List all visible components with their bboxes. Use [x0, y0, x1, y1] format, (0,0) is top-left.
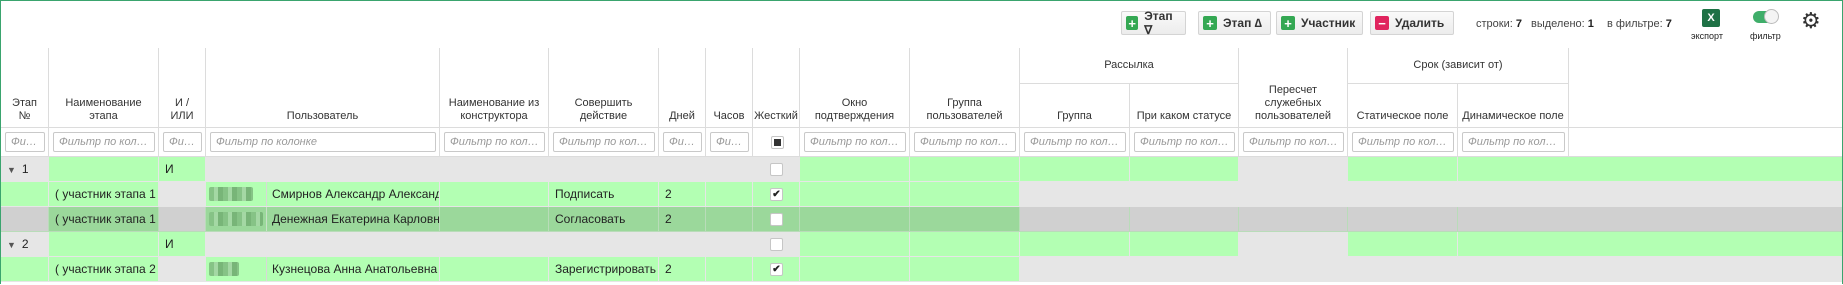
user-name: Денежная Екатерина Карловна — [272, 212, 440, 226]
filter-and-or[interactable]: Фильтр по колонке — [163, 132, 202, 152]
strict-checkbox[interactable]: ✔ — [770, 188, 783, 201]
filter-mailing-status[interactable]: Фильтр по колонке — [1134, 132, 1235, 152]
col-days[interactable]: Дней — [659, 48, 706, 128]
add-stage-up-label: Этап ∆ — [1223, 16, 1263, 30]
col-stage-name[interactable]: Наименование этапа — [49, 48, 159, 128]
hours-cell[interactable] — [706, 257, 753, 282]
excel-export-icon[interactable]: X — [1702, 9, 1720, 27]
col-user[interactable]: Пользователь — [206, 48, 440, 128]
user-name: Смирнов Александр Александр... — [272, 187, 439, 201]
strict-checkbox[interactable] — [770, 163, 783, 176]
add-stage-up-button[interactable]: + Этап ∆ — [1198, 11, 1271, 35]
strict-checkbox[interactable]: ✔ — [770, 263, 783, 276]
col-and-or[interactable]: И / ИЛИ — [159, 48, 206, 128]
col-constructor-name[interactable]: Наименование из конструктора — [440, 48, 549, 128]
add-participant-button[interactable]: + Участник — [1276, 11, 1363, 35]
rows-count: строки: 7 — [1476, 18, 1522, 30]
col-stage-no[interactable]: Этап № — [1, 48, 49, 128]
filter-filler — [1569, 128, 1842, 157]
add-participant-label: Участник — [1301, 16, 1356, 30]
col-group-mailing: Рассылка — [1020, 48, 1239, 84]
hours-cell[interactable] — [706, 207, 753, 232]
filter-dynamic-field[interactable]: Фильтр по колонке — [1462, 132, 1565, 152]
filtered-count: в фильтре: 7 — [1607, 18, 1672, 30]
strict-checkbox[interactable] — [770, 213, 783, 226]
col-confirm-window[interactable]: Окно подтверждения — [800, 48, 910, 128]
export-label: экспорт — [1691, 31, 1723, 41]
col-action[interactable]: Совершить действие — [549, 48, 659, 128]
filter-mailing-group[interactable]: Фильтр по колонке — [1024, 132, 1126, 152]
col-hours[interactable]: Часов — [706, 48, 753, 128]
filter-stage-name[interactable]: Фильтр по колонке — [53, 132, 155, 152]
days-cell[interactable]: 2 — [659, 257, 706, 282]
delete-button[interactable]: − Удалить — [1370, 11, 1454, 35]
days-cell[interactable]: 2 — [659, 207, 706, 232]
filter-recalc[interactable]: Фильтр по колонке — [1243, 132, 1344, 152]
filter-constructor-name[interactable]: Фильтр по колонке — [444, 132, 545, 152]
avatar — [209, 212, 263, 226]
filter-user-group[interactable]: Фильтр по колонке — [914, 132, 1016, 152]
table-row-participant[interactable]: ( участник этапа 1 ) Смирнов Александр А… — [1, 182, 1842, 207]
table-row-participant-selected[interactable]: ( участник этапа 1 ) Денежная Екатерина … — [1, 207, 1842, 232]
expand-caret-icon[interactable]: ▼ — [7, 233, 16, 256]
action-cell[interactable]: Согласовать — [549, 207, 659, 232]
table-row-stage-1[interactable]: ▼ 1 И — [1, 157, 1842, 182]
add-stage-down-label: Этап ∇ — [1144, 9, 1173, 37]
col-static-field[interactable]: Статическое поле — [1348, 84, 1458, 128]
plus-icon: + — [1281, 16, 1295, 30]
col-dynamic-field[interactable]: Динамическое поле — [1458, 84, 1569, 128]
add-stage-down-button[interactable]: + Этап ∇ — [1121, 9, 1186, 37]
col-mailing-group[interactable]: Группа — [1020, 84, 1130, 128]
filter-static-field[interactable]: Фильтр по колонке — [1352, 132, 1454, 152]
col-user-group[interactable]: Группа пользователей — [910, 48, 1020, 128]
action-cell[interactable]: Зарегистрировать — [549, 257, 659, 282]
strict-checkbox[interactable] — [770, 238, 783, 251]
table-row-stage-2[interactable]: ▼ 2 И — [1, 232, 1842, 257]
toolbar: + Этап ∇ + Этап ∆ + Участник − Удалить с… — [1, 1, 1842, 48]
col-group-deadline: Срок (зависит от) — [1348, 48, 1569, 84]
filter-stage-no[interactable]: Фильтр по колонке — [5, 132, 45, 152]
action-cell[interactable]: Подписать — [549, 182, 659, 207]
and-or-cell[interactable]: И — [159, 232, 206, 257]
plus-icon: + — [1203, 16, 1217, 30]
stages-grid-window: + Этап ∇ + Этап ∆ + Участник − Удалить с… — [0, 0, 1843, 284]
stage-name-cell[interactable]: ( участник этапа 2 ) — [49, 257, 159, 282]
filter-toggle[interactable] — [1753, 9, 1779, 24]
stage-name-cell[interactable]: ( участник этапа 1 ) — [49, 207, 159, 232]
and-or-cell[interactable]: И — [159, 157, 206, 182]
filter-confirm-window[interactable]: Фильтр по колонке — [804, 132, 906, 152]
minus-icon: − — [1375, 16, 1389, 30]
filter-hours[interactable]: Фильтр по колонке — [710, 132, 749, 152]
user-cell[interactable]: Смирнов Александр Александр... — [206, 182, 440, 207]
filter-strict-checkbox[interactable] — [771, 136, 784, 149]
col-mailing-status[interactable]: При каком статусе — [1130, 84, 1239, 128]
filter-action[interactable]: Фильтр по колонке — [553, 132, 655, 152]
delete-label: Удалить — [1395, 16, 1445, 30]
days-cell[interactable]: 2 — [659, 182, 706, 207]
plus-icon: + — [1126, 16, 1139, 30]
gear-icon[interactable]: ⚙ — [1801, 10, 1821, 32]
user-cell[interactable]: Денежная Екатерина Карловна — [206, 207, 440, 232]
stage-no-cell[interactable]: ▼ 1 — [1, 157, 49, 182]
stage-no-cell[interactable]: ▼ 2 — [1, 232, 49, 257]
stage-name-cell[interactable]: ( участник этапа 1 ) — [49, 182, 159, 207]
hours-cell[interactable] — [706, 182, 753, 207]
expand-caret-icon[interactable]: ▼ — [7, 158, 16, 181]
avatar — [209, 262, 239, 276]
table-row-participant[interactable]: ( участник этапа 2 ) Кузнецова Анна Анат… — [1, 257, 1842, 282]
user-cell[interactable]: Кузнецова Анна Анатольевна — [206, 257, 440, 282]
selected-count: выделено: 1 — [1531, 18, 1594, 30]
header-filler — [1569, 48, 1842, 128]
col-recalc[interactable]: Пересчет служебных пользователей — [1239, 48, 1348, 128]
avatar — [209, 187, 253, 201]
filter-user[interactable]: Фильтр по колонке — [210, 132, 436, 152]
filter-label: фильтр — [1750, 31, 1781, 41]
filter-days[interactable]: Фильтр по колонке — [663, 132, 702, 152]
user-name: Кузнецова Анна Анатольевна — [272, 262, 438, 276]
col-strict[interactable]: Жесткий — [753, 48, 800, 128]
